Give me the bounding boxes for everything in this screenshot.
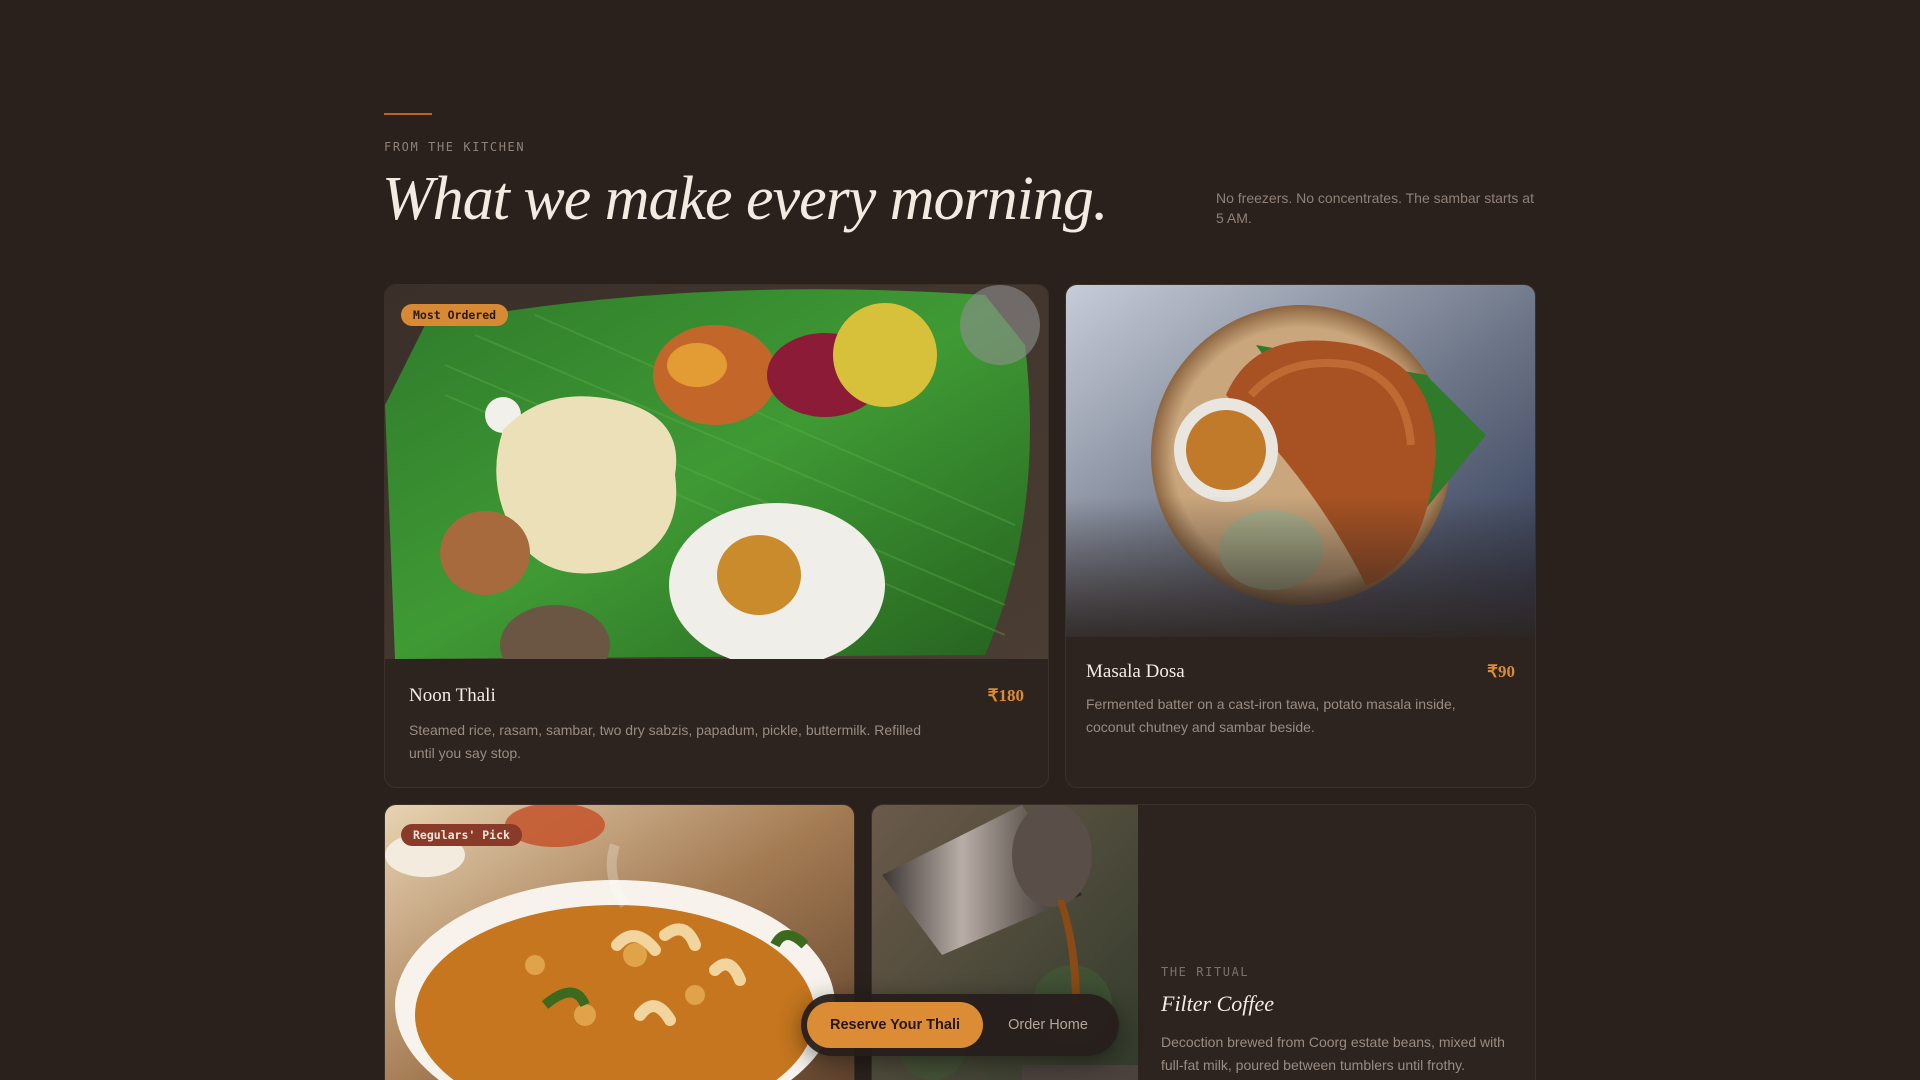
page-title: What we make every morning. — [382, 165, 1108, 233]
thali-card-body: Noon Thali ₹180 Steamed rice, rasam, sam… — [385, 659, 1048, 765]
reserve-thali-button[interactable]: Reserve Your Thali — [807, 1002, 983, 1048]
item-name: Noon Thali — [409, 685, 496, 706]
item-description: Steamed rice, rasam, sambar, two dry sab… — [409, 722, 921, 761]
dosa-photo — [1066, 285, 1535, 637]
regulars-pick-badge: Regulars' Pick — [401, 824, 522, 846]
accent-rule — [384, 113, 432, 115]
item-description: Decoction brewed from Coorg estate beans… — [1161, 1034, 1505, 1073]
menu-card-regulars-pick[interactable]: Regulars' Pick — [384, 804, 855, 1080]
order-home-button[interactable]: Order Home — [983, 1002, 1113, 1048]
pongal-photo: Regulars' Pick — [385, 805, 854, 1080]
item-name: Filter Coffee — [1161, 991, 1275, 1016]
thali-photo: Most Ordered — [385, 285, 1048, 659]
header-note: No freezers. No concentrates. The sambar… — [1216, 190, 1534, 226]
item-price: ₹180 — [987, 686, 1024, 705]
menu-card-masala-dosa[interactable]: Masala Dosa ₹90 Fermented batter on a ca… — [1065, 284, 1536, 788]
most-ordered-badge: Most Ordered — [401, 304, 509, 326]
floating-cta-bar: Reserve Your Thali Order Home — [801, 994, 1119, 1056]
dosa-card-body: Masala Dosa ₹90 Fermented batter on a ca… — [1066, 637, 1535, 739]
item-price: ₹90 — [1487, 662, 1515, 681]
page: FROM THE KITCHEN What we make every morn… — [0, 0, 1920, 1080]
filter-coffee-body: THE RITUAL Filter Coffee Decoction brewe… — [1161, 965, 1521, 1077]
ritual-eyebrow: THE RITUAL — [1161, 965, 1250, 979]
section-eyebrow: FROM THE KITCHEN — [384, 140, 526, 154]
item-name: Masala Dosa — [1086, 661, 1185, 682]
item-description: Fermented batter on a cast-iron tawa, po… — [1086, 696, 1456, 735]
menu-card-noon-thali[interactable]: Most Ordered Noon Thali ₹180 Steamed ric… — [384, 284, 1049, 788]
